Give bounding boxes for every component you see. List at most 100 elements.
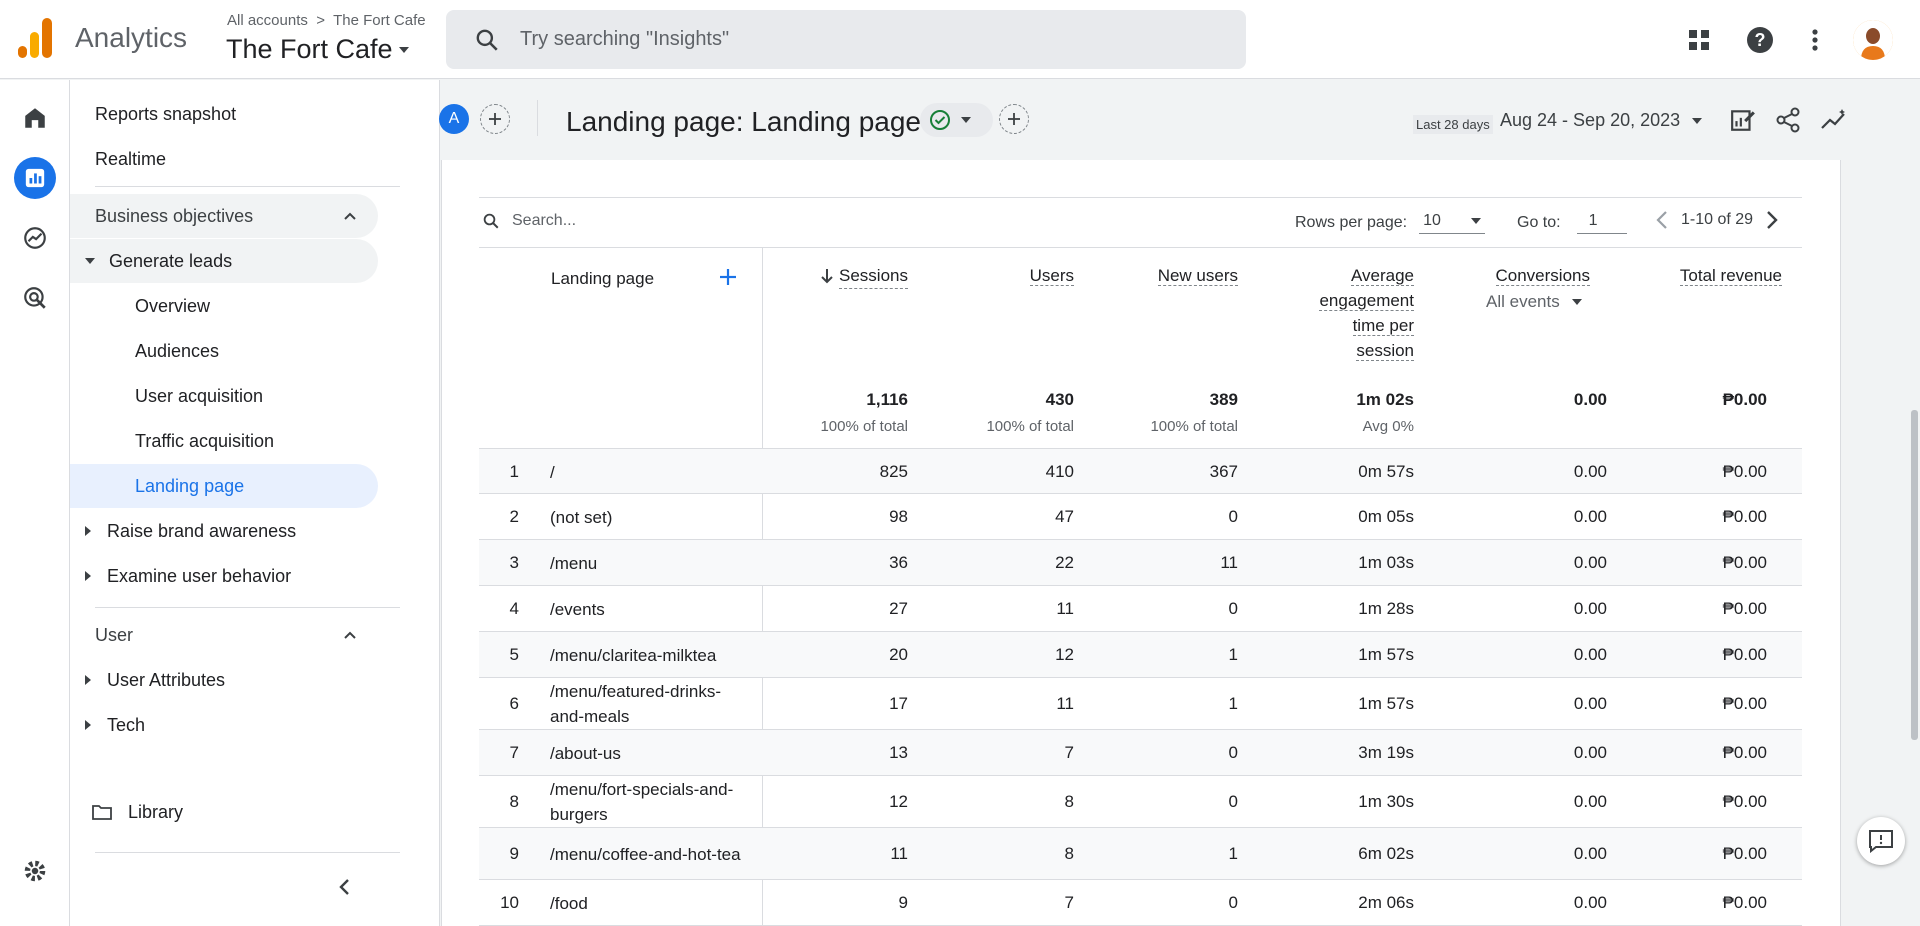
sidebar-item-label: Raise brand awareness (107, 520, 297, 541)
sidebar-item-label: Examine user behavior (107, 565, 292, 586)
landing-page-cell[interactable]: / (550, 460, 750, 485)
more-vert-icon[interactable] (1799, 24, 1831, 56)
row-index: 6 (509, 694, 519, 713)
metric-cell-sessions: 20 (889, 645, 908, 664)
sidebar-item-realtime[interactable]: Realtime (95, 137, 166, 181)
landing-page-cell[interactable]: /menu/claritea-milktea (550, 643, 750, 668)
add-comparison-button[interactable] (480, 104, 510, 134)
column-header-label: New users (1157, 266, 1238, 286)
date-range-selector[interactable]: Aug 24 - Sep 20, 2023 (1500, 110, 1703, 131)
landing-page-cell[interactable]: /about-us (550, 741, 750, 766)
sidebar-item-audiences[interactable]: Audiences (135, 329, 219, 373)
landing-page-cell[interactable]: /menu (550, 551, 750, 576)
total-new-users: 389 (1209, 390, 1238, 409)
sidebar-item-landing-page[interactable]: Landing page (70, 464, 378, 508)
search-bar[interactable]: Try searching "Insights" (446, 10, 1246, 69)
advertising-icon[interactable] (14, 277, 56, 319)
add-filter-button[interactable] (999, 104, 1029, 134)
column-header-label: Average (1350, 266, 1414, 286)
column-header-total-revenue[interactable]: Total revenue (1632, 263, 1782, 288)
table-row[interactable]: 1 / 825 410 367 0m 57s 0.00 ₱0.00 (479, 449, 1802, 494)
landing-page-cell[interactable]: /menu/coffee-and-hot-tea (550, 842, 750, 867)
column-header-label: engagement (1319, 291, 1414, 311)
metric-cell-conv: 0.00 (1573, 893, 1607, 912)
table-row[interactable]: 3/menu 36 22 11 1m 03s 0.00 ₱0.00 (479, 540, 1802, 586)
collapse-sidebar-icon[interactable] (332, 875, 356, 899)
avatar[interactable] (1853, 20, 1893, 60)
landing-page-cell[interactable]: /menu/fort-specials-and-burgers (550, 777, 750, 827)
rows-per-page-select[interactable]: 10 (1419, 212, 1485, 234)
settings-gear-icon[interactable] (14, 850, 56, 892)
metric-cell-users: 7 (1064, 743, 1074, 762)
share-icon[interactable] (1772, 104, 1804, 136)
table-row[interactable]: 10/food 9 7 0 2m 06s 0.00 ₱0.00 (479, 880, 1802, 926)
property-selector[interactable]: The Fort Cafe (226, 34, 409, 65)
sidebar-item-examine-user-behavior[interactable]: Examine user behavior (85, 554, 291, 598)
landing-page-cell[interactable]: /menu/featured-drinks-and-meals (550, 679, 750, 729)
chevron-up-icon (344, 212, 356, 220)
landing-page-cell[interactable]: /food (550, 891, 750, 916)
sidebar-item-traffic-acquisition[interactable]: Traffic acquisition (135, 419, 274, 463)
sidebar-item-overview[interactable]: Overview (135, 284, 210, 328)
sidebar-item-raise-brand-awareness[interactable]: Raise brand awareness (85, 509, 296, 553)
metric-cell-conv: 0.00 (1573, 743, 1607, 762)
metric-cell-new-users: 0 (1228, 743, 1238, 762)
column-header-landing-page[interactable]: Landing page (551, 266, 654, 291)
column-header-sessions[interactable]: Sessions (808, 263, 908, 289)
table-row[interactable]: 5/menu/claritea-milktea 20 12 1 1m 57s 0.00 ₱0… (479, 632, 1802, 678)
column-header-conversions[interactable]: Conversions (1440, 263, 1590, 288)
total-users: 430 (1045, 390, 1074, 409)
next-page-icon[interactable] (1765, 210, 1779, 230)
table-row[interactable]: 8/menu/fort-specials-and-burgers 12 8 0 1m 3… (479, 776, 1802, 828)
row-index: 1 (509, 461, 519, 481)
sidebar-section-business-objectives[interactable]: Business objectives (70, 194, 378, 238)
report-status-button[interactable] (920, 103, 993, 137)
sidebar-item-library[interactable]: Library (92, 790, 183, 834)
reports-icon[interactable] (14, 157, 56, 199)
column-header-users[interactable]: Users (974, 263, 1074, 288)
comparison-chip-a[interactable]: A (439, 104, 469, 134)
landing-page-cell[interactable]: /events (550, 597, 750, 622)
customize-report-icon[interactable] (1727, 104, 1759, 136)
metric-cell-conv: 0.00 (1573, 694, 1607, 713)
chevron-down-icon (398, 46, 409, 53)
column-header-avg-engagement-time[interactable]: Average engagement time per session (1264, 263, 1414, 363)
feedback-button[interactable] (1857, 817, 1905, 865)
sidebar-item-generate-leads[interactable]: Generate leads (70, 239, 378, 283)
pagination: 1-10 of 29 (1655, 210, 1779, 230)
breadcrumb[interactable]: All accounts > The Fort Cafe (227, 12, 426, 29)
scrollbar[interactable] (1911, 410, 1918, 740)
goto-input[interactable]: 1 (1576, 212, 1627, 234)
table-row[interactable]: 2 (not set) 98 47 0 0m 05s 0.00 ₱0.00 (479, 494, 1802, 540)
landing-page-cell[interactable]: (not set) (550, 505, 750, 530)
sidebar-item-label: Tech (107, 714, 146, 735)
analytics-logo-icon[interactable] (18, 18, 52, 58)
sidebar-section-user[interactable]: User (95, 613, 378, 657)
home-icon[interactable] (14, 97, 56, 139)
table-row[interactable]: 4/events 27 11 0 1m 28s 0.00 ₱0.00 (479, 586, 1802, 632)
table-row[interactable]: 6/menu/featured-drinks-and-meals 17 11 1 1m … (479, 678, 1802, 730)
breadcrumb-property[interactable]: The Fort Cafe (333, 12, 426, 29)
sidebar-item-user-acquisition[interactable]: User acquisition (135, 374, 263, 418)
sidebar-item-tech[interactable]: Tech (85, 703, 145, 747)
prev-page-icon[interactable] (1655, 210, 1669, 230)
metric-cell-new-users: 1 (1228, 645, 1238, 664)
breadcrumb-all-accounts[interactable]: All accounts (227, 12, 308, 29)
metric-cell-rev: ₱0.00 (1722, 792, 1767, 811)
table-search-input[interactable]: Search... (482, 212, 576, 230)
add-dimension-plus-icon[interactable] (719, 268, 737, 286)
table-row[interactable]: 7/about-us 13 7 0 3m 19s 0.00 ₱0.00 (479, 730, 1802, 776)
column-header-new-users[interactable]: New users (1088, 263, 1238, 288)
metric-cell-aet: 3m 19s (1358, 743, 1414, 762)
sidebar-item-reports-snapshot[interactable]: Reports snapshot (95, 92, 236, 136)
app-name: Analytics (75, 22, 188, 53)
explore-icon[interactable] (14, 217, 56, 259)
apps-grid-icon[interactable] (1683, 24, 1715, 56)
insights-icon[interactable] (1818, 104, 1850, 136)
sidebar-item-user-attributes[interactable]: User Attributes (85, 658, 225, 702)
help-icon[interactable]: ? (1744, 24, 1776, 56)
feedback-icon (1869, 830, 1893, 853)
metric-cell-sessions: 12 (889, 792, 908, 811)
table-row[interactable]: 9/menu/coffee-and-hot-tea 11 8 1 6m 02s 0.00 ₱… (479, 828, 1802, 880)
conversions-event-select[interactable]: All events (1486, 292, 1582, 312)
